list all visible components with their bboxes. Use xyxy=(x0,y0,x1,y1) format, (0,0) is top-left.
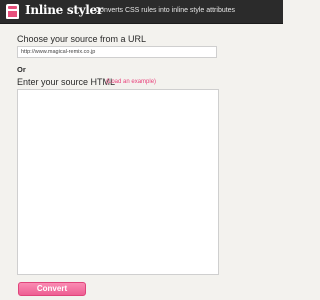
source-html-label: Enter your source HTML xyxy=(17,77,116,87)
load-example-link[interactable]: (Load an example) xyxy=(106,79,156,85)
header-bar: Inline styler Converts CSS rules into in… xyxy=(0,0,283,24)
url-label: Choose your source from a URL xyxy=(17,34,147,44)
convert-button[interactable]: Convert xyxy=(18,282,86,296)
page: Inline styler Converts CSS rules into in… xyxy=(0,0,283,300)
app-title: Inline styler xyxy=(25,3,103,17)
app-tagline: Converts CSS rules into inline style att… xyxy=(95,7,236,14)
or-label: Or xyxy=(17,65,26,74)
source-html-textarea[interactable] xyxy=(17,89,219,275)
url-input[interactable] xyxy=(17,46,217,58)
shopping-bag-icon xyxy=(6,4,19,19)
